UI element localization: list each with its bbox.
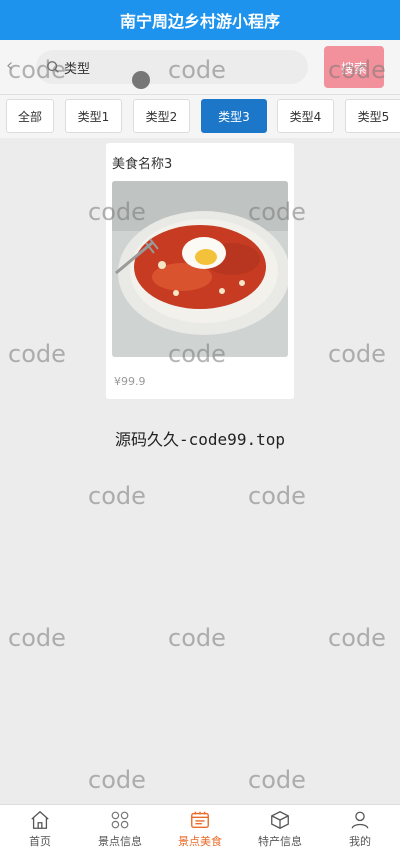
tabbar-item-scenic-info[interactable]: 景点信息 [80, 805, 160, 852]
watermark: code [168, 624, 226, 652]
watermark: code [88, 766, 146, 794]
tab-type2[interactable]: 类型2 [133, 99, 190, 133]
tabbar-label: 首页 [29, 835, 51, 848]
tabbar-label: 特产信息 [258, 835, 302, 848]
back-arrow-icon[interactable]: ‹ [6, 56, 20, 76]
tab-type1[interactable]: 类型1 [65, 99, 122, 133]
watermark: code [8, 624, 66, 652]
food-card[interactable]: 美食名称3 ¥99.9 [106, 143, 294, 399]
tab-type3[interactable]: 类型3 [201, 99, 267, 133]
watermark: code [328, 340, 386, 368]
food-image[interactable] [112, 181, 288, 357]
food-name: 美食名称3 [112, 157, 173, 172]
user-icon [351, 811, 369, 829]
watermark: code [328, 624, 386, 652]
touch-indicator [132, 71, 150, 89]
app-title: 南宁周边乡村游小程序 [119, 12, 280, 31]
tab-all[interactable]: 全部 [6, 99, 54, 133]
tab-type5[interactable]: 类型5 [345, 99, 400, 133]
search-bar: ‹ 搜索 [0, 40, 400, 94]
tabbar-label: 景点美食 [178, 835, 222, 848]
search-button[interactable]: 搜索 [324, 46, 384, 88]
tab-type4[interactable]: 类型4 [277, 99, 334, 133]
tabbar-item-mine[interactable]: 我的 [320, 805, 400, 852]
search-icon [47, 61, 59, 73]
food-price: ¥99.9 [114, 375, 146, 388]
tabbar-label: 我的 [349, 835, 371, 848]
grid-icon [111, 811, 129, 829]
source-note: 源码久久-code99.top [115, 430, 285, 449]
search-input[interactable] [64, 59, 264, 75]
app-title-bar: 南宁周边乡村游小程序 [0, 0, 400, 40]
tabbar-item-home[interactable]: 首页 [0, 805, 80, 852]
watermark: code [248, 482, 306, 510]
bottom-tabbar: 首页 景点信息 景点美食 特产信息 我的 [0, 804, 400, 852]
tabbar-label: 景点信息 [98, 835, 142, 848]
home-icon [31, 810, 49, 829]
search-box[interactable] [36, 50, 308, 84]
watermark: code [88, 482, 146, 510]
tabbar-item-scenic-food[interactable]: 景点美食 [160, 805, 240, 852]
category-tabs: 全部 类型1 类型2 类型3 类型4 类型5 [0, 94, 400, 138]
food-icon [191, 811, 209, 829]
watermark: code [248, 766, 306, 794]
tabbar-item-specialty-info[interactable]: 特产信息 [240, 805, 320, 852]
box-icon [271, 811, 289, 829]
watermark: code [8, 340, 66, 368]
